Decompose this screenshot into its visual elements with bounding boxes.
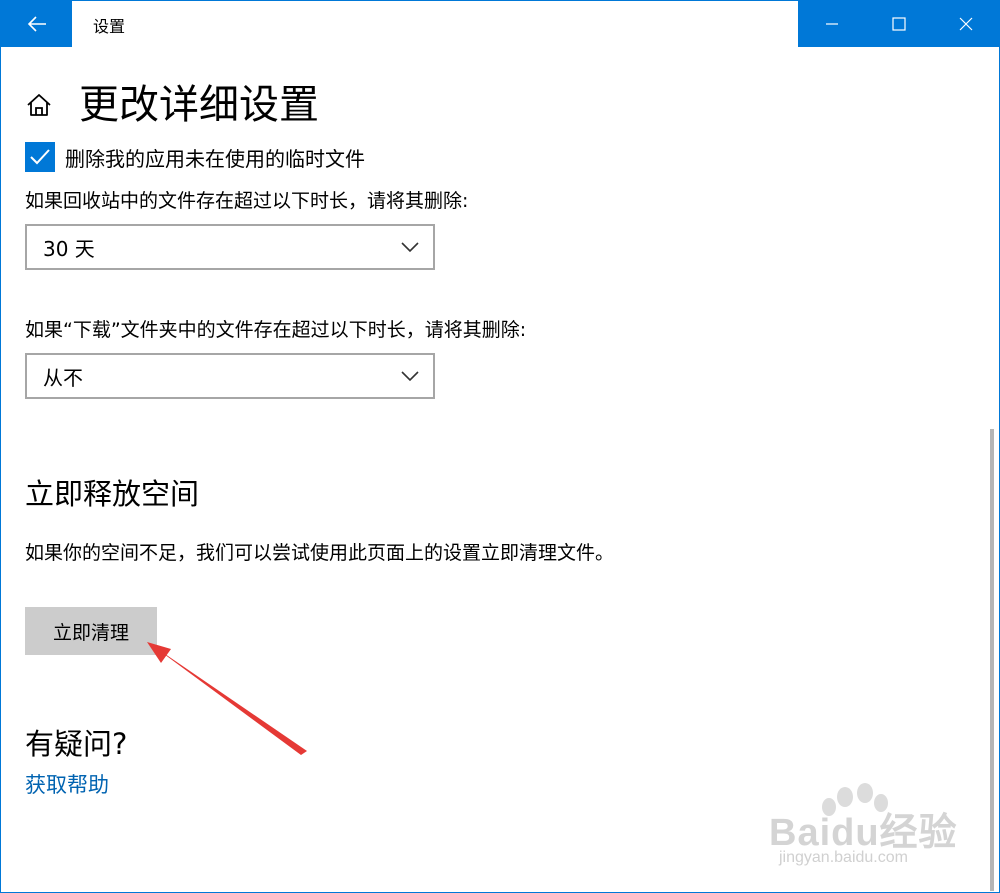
title-bar: 设置 [1, 1, 999, 47]
maximize-icon [891, 17, 906, 31]
minimize-icon [825, 23, 838, 25]
recycle-bin-dropdown[interactable]: 30 天 [25, 224, 435, 270]
downloads-selected-value: 从不 [43, 365, 83, 390]
settings-window: 设置 更改详细设置 删除我的应用未在使用的临时文件 如果回收站中的文件存在超过以… [0, 0, 1000, 893]
free-space-description: 如果你的空间不足，我们可以尝试使用此页面上的设置立即清理文件。 [25, 542, 615, 564]
get-help-link[interactable]: 获取帮助 [25, 769, 109, 799]
back-arrow-icon [27, 16, 46, 32]
temp-files-checkbox-row[interactable]: 删除我的应用未在使用的临时文件 [25, 141, 365, 173]
watermark-sub-text: jingyan.baidu.com [779, 849, 908, 866]
clean-now-button[interactable]: 立即清理 [25, 607, 157, 655]
maximize-button[interactable] [865, 1, 932, 47]
chevron-down-icon [401, 371, 419, 382]
close-icon [959, 17, 972, 31]
annotation-arrow-icon [147, 642, 307, 755]
home-icon[interactable] [25, 91, 53, 119]
minimize-button[interactable] [798, 1, 865, 47]
close-button[interactable] [932, 1, 999, 47]
help-heading: 有疑问? [25, 727, 128, 761]
downloads-dropdown[interactable]: 从不 [25, 353, 435, 399]
recycle-bin-label: 如果回收站中的文件存在超过以下时长，请将其删除: [25, 190, 469, 212]
free-space-heading: 立即释放空间 [25, 477, 200, 511]
downloads-label: 如果“下载”文件夹中的文件存在超过以下时长，请将其删除: [25, 319, 527, 341]
temp-files-checkbox[interactable] [25, 142, 55, 172]
recycle-bin-selected-value: 30 天 [43, 236, 95, 261]
temp-files-label: 删除我的应用未在使用的临时文件 [65, 146, 365, 171]
watermark-main-text: Baidu经验 [769, 812, 958, 854]
chevron-down-icon [401, 242, 419, 253]
window-title: 设置 [93, 17, 126, 36]
checkmark-icon [30, 149, 50, 165]
page-title: 更改详细设置 [79, 82, 319, 128]
window-controls [798, 1, 999, 47]
baidu-watermark: Baidu经验 jingyan.baidu.com [761, 781, 991, 881]
back-button[interactable] [1, 1, 72, 47]
